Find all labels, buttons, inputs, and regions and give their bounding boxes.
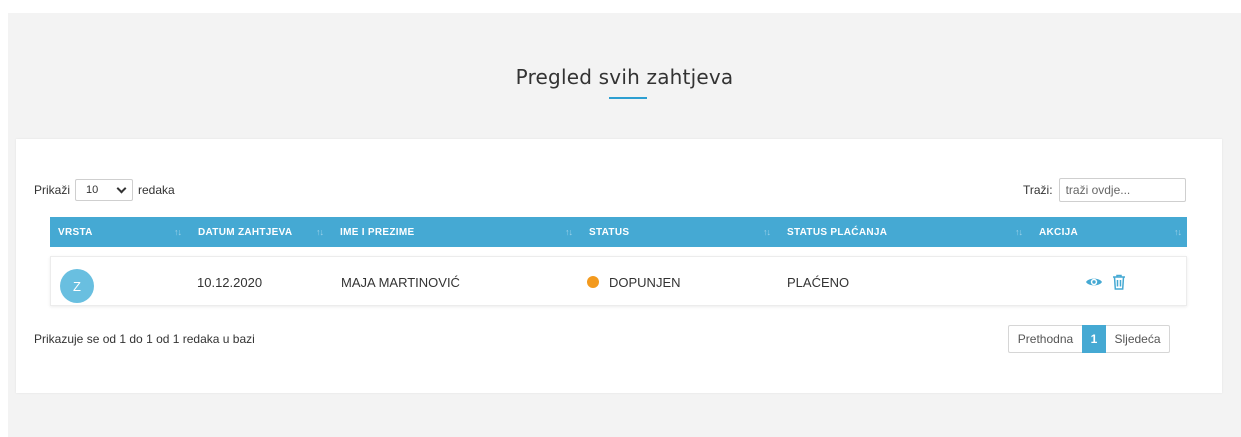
table-row: Z 10.12.2020 MAJA MARTINOVIĆ DOPUNJEN PL… (50, 256, 1187, 306)
trash-icon[interactable] (1110, 273, 1128, 291)
column-header-akcija[interactable]: AKCIJA (1039, 217, 1078, 247)
status-cell: DOPUNJEN (587, 257, 681, 307)
column-header-datum[interactable]: DATUM ZAHTJEVA (198, 217, 292, 247)
avatar: Z (60, 269, 94, 303)
table-info: Prikazuje se od 1 do 1 od 1 redaka u baz… (34, 332, 255, 346)
previous-page-button[interactable]: Prethodna (1008, 325, 1082, 353)
chevron-down-icon (116, 183, 127, 193)
sort-icon[interactable]: ↑↓ (316, 217, 324, 247)
page-length-control: Prikaži 10 redaka (34, 178, 175, 202)
column-header-vrsta[interactable]: VRSTA (58, 217, 93, 247)
payment-status-cell: PLAĆENO (787, 274, 850, 290)
page-1-button[interactable]: 1 (1082, 325, 1106, 353)
page-length-value: 10 (86, 184, 99, 196)
rows-label: redaka (138, 183, 175, 197)
status-dot (587, 276, 599, 288)
page-length-select[interactable]: 10 (75, 179, 134, 201)
column-header-status[interactable]: STATUS (589, 217, 629, 247)
sort-icon[interactable]: ↑↓ (174, 217, 182, 247)
search-input[interactable] (1058, 178, 1186, 202)
sort-icon[interactable]: ↑↓ (763, 217, 771, 247)
date-cell: 10.12.2020 (197, 274, 263, 290)
eye-icon[interactable] (1085, 273, 1103, 291)
name-cell: MAJA MARTINOVIĆ (341, 274, 460, 290)
column-header-status-placanja[interactable]: STATUS PLAĆANJA (787, 217, 887, 247)
table-header: VRSTA ↑↓ DATUM ZAHTJEVA ↑↓ IME I PREZIME… (50, 217, 1187, 247)
status-text: DOPUNJEN (609, 274, 681, 290)
show-label: Prikaži (34, 183, 71, 197)
page-title: Pregled svih zahtjeva (515, 65, 734, 89)
search-control: Traži: (1023, 178, 1186, 202)
sort-icon[interactable]: ↑↓ (1015, 217, 1023, 247)
title-underline (609, 97, 647, 99)
next-page-button[interactable]: Sljedeća (1106, 325, 1170, 353)
pagination: Prethodna 1 Sljedeća (1008, 325, 1170, 353)
sort-icon[interactable]: ↑↓ (1174, 217, 1182, 247)
column-header-ime[interactable]: IME I PREZIME (340, 217, 414, 247)
search-label: Traži: (1023, 183, 1053, 197)
sort-icon[interactable]: ↑↓ (565, 217, 573, 247)
